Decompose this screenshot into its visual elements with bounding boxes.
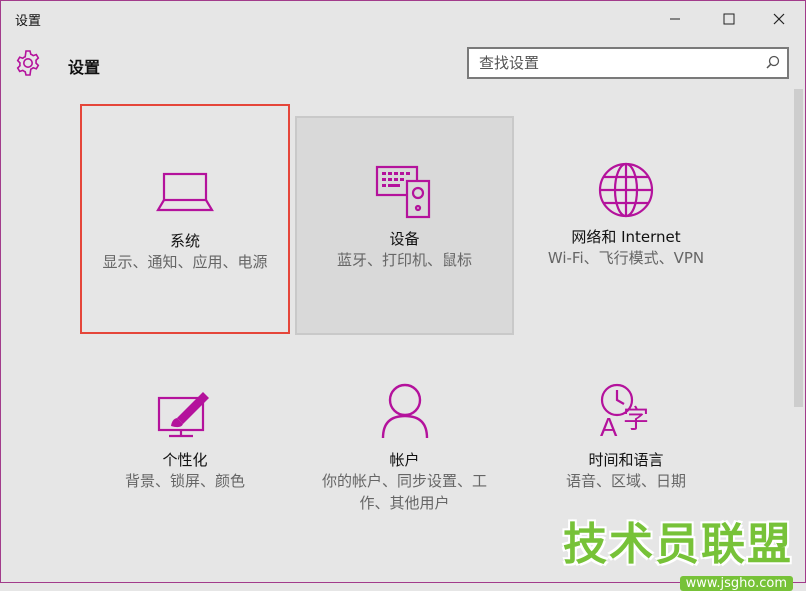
tile-description: 语音、区域、日期 — [565, 472, 686, 490]
close-button[interactable] — [753, 1, 805, 37]
tile-description: Wi-Fi、飞行模式、VPN — [547, 249, 705, 267]
window-title: 设置 — [15, 14, 42, 29]
tile-accounts[interactable]: 帐户 你的帐户、同步设置、工作、其他用户 — [295, 346, 514, 546]
search-box[interactable] — [467, 47, 789, 79]
maximize-icon — [723, 13, 735, 25]
globe-icon — [598, 162, 654, 218]
maximize-button[interactable] — [703, 1, 755, 37]
svg-text:A: A — [600, 412, 618, 440]
settings-window: 设置 设置 系统 显示、通知、 — [0, 0, 806, 591]
search-input[interactable] — [469, 49, 759, 77]
personalization-icon — [157, 392, 209, 438]
tile-description: 背景、锁屏、颜色 — [124, 472, 245, 490]
tile-devices[interactable]: 设备 蓝牙、打印机、鼠标 — [295, 116, 514, 335]
time-language-icon: A 字 — [600, 383, 649, 440]
tile-system[interactable]: 系统 显示、通知、应用、电源 — [80, 104, 290, 334]
tile-description: 显示、通知、应用、电源 — [102, 253, 268, 271]
minimize-icon — [670, 18, 680, 20]
person-icon — [381, 383, 428, 439]
minimize-button[interactable] — [649, 1, 701, 37]
devices-icon — [375, 165, 430, 219]
close-icon — [773, 13, 785, 25]
scrollbar[interactable] — [794, 89, 803, 407]
watermark-url: www.jsgho.com — [679, 576, 793, 591]
laptop-icon — [156, 172, 214, 212]
tile-name: 帐户 — [389, 451, 420, 469]
title-bar[interactable]: 设置 — [1, 1, 805, 37]
page-title: 设置 — [68, 58, 101, 77]
tile-description: 蓝牙、打印机、鼠标 — [336, 251, 472, 269]
search-icon[interactable] — [766, 55, 780, 69]
tile-personalization[interactable]: 个性化 背景、锁屏、颜色 — [80, 346, 290, 546]
tile-description: 你的帐户、同步设置、工作、其他用户 — [321, 472, 487, 512]
tile-network[interactable]: 网络和 Internet Wi-Fi、飞行模式、VPN — [521, 116, 731, 335]
watermark-brand: 技术员联盟 — [563, 519, 793, 570]
tile-name: 个性化 — [162, 451, 208, 469]
watermark: 技术员联盟 www.jsgho.com — [563, 508, 793, 591]
tile-name: 系统 — [169, 232, 200, 250]
tile-name: 网络和 Internet — [571, 228, 681, 246]
tile-name: 设备 — [389, 230, 420, 248]
svg-text:字: 字 — [623, 405, 649, 435]
tile-name: 时间和语言 — [588, 451, 664, 469]
gear-icon — [16, 50, 40, 76]
